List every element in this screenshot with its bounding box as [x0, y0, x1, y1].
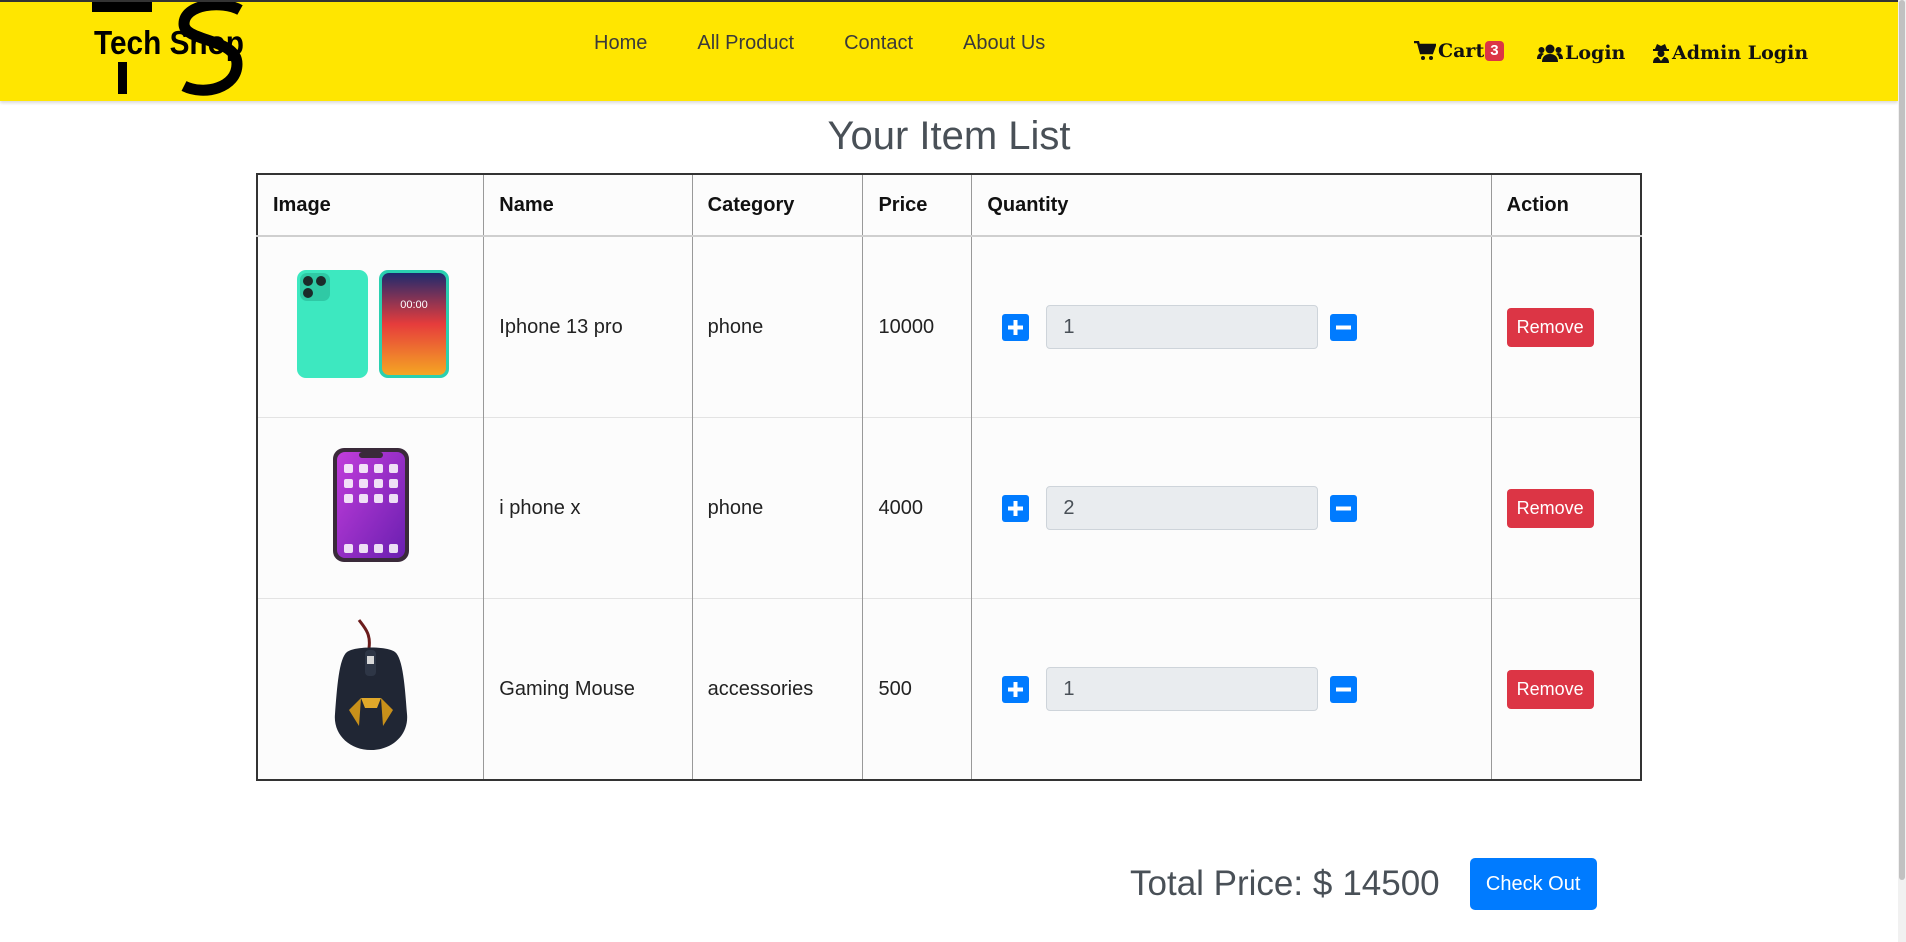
quantity-cell — [971, 235, 1492, 418]
nav-cart[interactable]: Cart 3 — [1414, 40, 1504, 62]
product-name: Gaming Mouse — [483, 598, 693, 780]
increase-quantity-button[interactable] — [1002, 675, 1030, 703]
product-image-cell: 00:00 — [257, 235, 485, 418]
quantity-cell — [971, 598, 1492, 780]
decrease-quantity-button[interactable] — [1330, 313, 1358, 341]
cart-label: Cart — [1438, 40, 1485, 62]
login-label: Login — [1565, 42, 1626, 64]
plus-icon — [1008, 319, 1024, 335]
product-category: phone — [692, 417, 864, 599]
quantity-stepper — [987, 486, 1475, 530]
remove-button[interactable]: Remove — [1506, 307, 1594, 347]
plus-icon — [1008, 681, 1024, 697]
nav-about-us[interactable]: About Us — [963, 32, 1045, 55]
decrease-quantity-button[interactable] — [1330, 675, 1358, 703]
navbar: Tech Shop Home All Product Contact About… — [0, 0, 1898, 101]
increase-quantity-button[interactable] — [1002, 313, 1030, 341]
product-name: i phone x — [483, 417, 693, 599]
table-row: i phone x phone 4000 Remove — [257, 417, 1641, 599]
increase-quantity-button[interactable] — [1002, 494, 1030, 522]
decrease-quantity-button[interactable] — [1330, 494, 1358, 522]
action-cell: Remove — [1491, 598, 1641, 780]
minus-icon — [1336, 506, 1352, 510]
page-scrollbar[interactable] — [1898, 0, 1906, 942]
product-image-cell — [257, 598, 485, 780]
header-category: Category — [692, 174, 864, 237]
product-category: phone — [692, 235, 864, 418]
table-header-row: Image Name Category Price Quantity Actio… — [257, 174, 1641, 237]
total-price-label: Total Price: $ — [1130, 864, 1333, 903]
remove-button[interactable]: Remove — [1506, 488, 1594, 528]
remove-button[interactable]: Remove — [1506, 669, 1594, 709]
svg-text:Tech Shop: Tech Shop — [94, 24, 244, 61]
admin-login-label: Admin Login — [1672, 42, 1809, 64]
svg-text:00:00: 00:00 — [400, 299, 428, 311]
quantity-input[interactable] — [1046, 305, 1319, 349]
plus-icon — [1008, 500, 1024, 516]
product-image-cell — [257, 417, 485, 599]
table-row: 00:00 Iphone 13 pro phone 10000 Remove — [257, 235, 1641, 418]
nav-home[interactable]: Home — [594, 32, 647, 55]
header-quantity: Quantity — [971, 174, 1492, 237]
quantity-cell — [971, 417, 1492, 599]
main-nav: Home All Product Contact About Us — [594, 32, 1095, 55]
product-image-iphone-13-pro: 00:00 — [296, 270, 449, 378]
scrollbar-thumb[interactable] — [1899, 0, 1905, 880]
quantity-input[interactable] — [1046, 667, 1319, 711]
minus-icon — [1336, 325, 1352, 329]
cart-count-badge: 3 — [1485, 41, 1504, 61]
header-price: Price — [862, 174, 973, 237]
cart-summary: Total Price: $ 14500 Check Out — [1130, 858, 1597, 910]
product-image-gaming-mouse — [334, 619, 407, 750]
product-image-iphone-x — [332, 448, 409, 562]
quantity-stepper — [987, 667, 1475, 711]
product-price: 10000 — [862, 235, 973, 418]
tech-shop-logo[interactable]: Tech Shop — [92, 2, 252, 98]
users-icon — [1537, 44, 1563, 62]
nav-all-product[interactable]: All Product — [697, 32, 794, 55]
product-category: accessories — [692, 598, 864, 780]
action-cell: Remove — [1491, 417, 1641, 599]
cart-icon — [1414, 41, 1436, 60]
action-cell: Remove — [1491, 235, 1641, 418]
header-image: Image — [257, 174, 485, 237]
header-action: Action — [1491, 174, 1641, 237]
product-price: 4000 — [862, 417, 973, 599]
page-title: Your Item List — [827, 114, 1071, 158]
product-price: 500 — [862, 598, 973, 780]
cart-table: Image Name Category Price Quantity Actio… — [256, 173, 1642, 781]
quantity-input[interactable] — [1046, 486, 1319, 530]
total-price-value: 14500 — [1342, 864, 1440, 903]
nav-admin-login[interactable]: Admin Login — [1652, 42, 1808, 64]
header-name: Name — [483, 174, 693, 237]
minus-icon — [1336, 687, 1352, 691]
table-row: Gaming Mouse accessories 500 Remove — [257, 598, 1641, 780]
nav-contact[interactable]: Contact — [844, 32, 913, 55]
checkout-button[interactable]: Check Out — [1469, 858, 1597, 910]
user-secret-icon — [1653, 43, 1669, 63]
product-name: Iphone 13 pro — [483, 235, 693, 418]
nav-login[interactable]: Login — [1537, 42, 1625, 64]
quantity-stepper — [987, 305, 1475, 349]
